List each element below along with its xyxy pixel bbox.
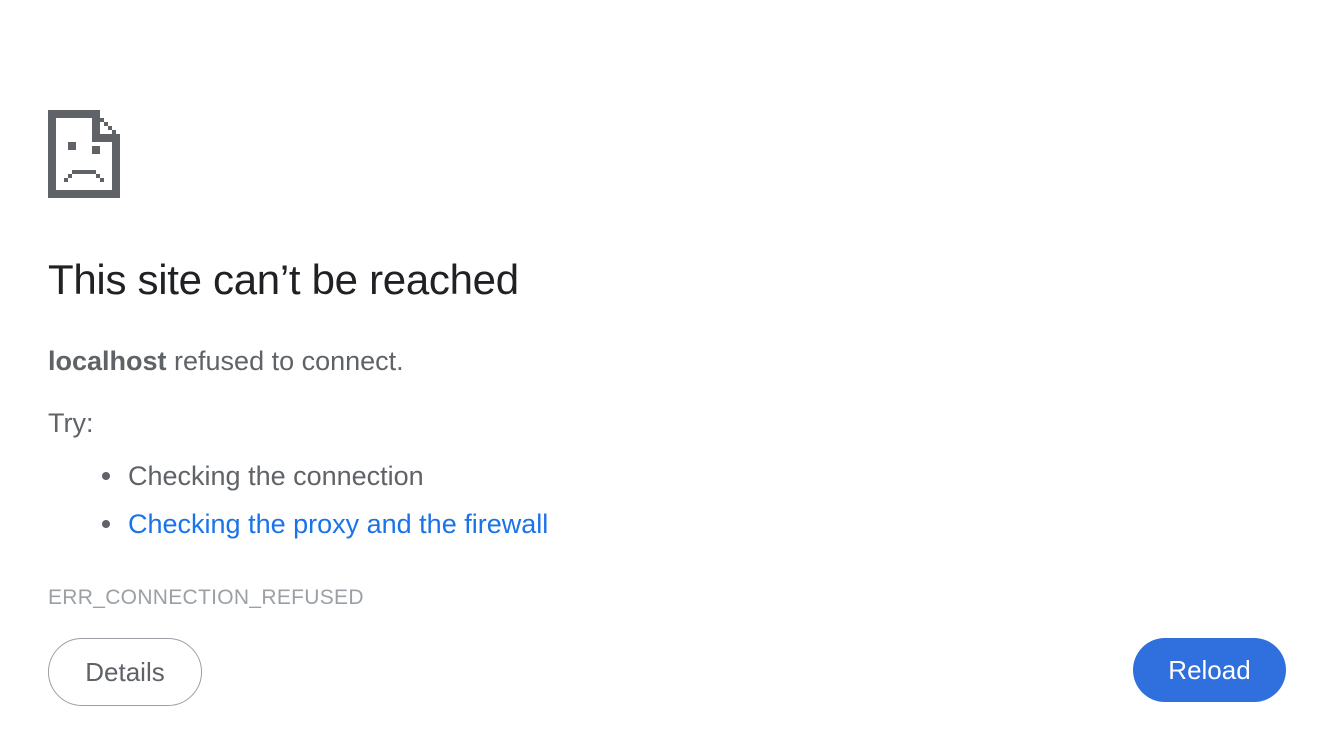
bullet-icon <box>102 472 110 480</box>
proxy-firewall-link[interactable]: Checking the proxy and the firewall <box>128 509 548 539</box>
error-code: ERR_CONNECTION_REFUSED <box>48 586 364 609</box>
suggestion-item-connection: Checking the connection <box>102 452 548 500</box>
suggestion-check-connection: Checking the connection <box>128 461 424 491</box>
error-message-text: refused to connect. <box>166 346 404 376</box>
error-message: localhost refused to connect. <box>48 346 404 377</box>
sad-page-icon <box>48 110 120 198</box>
try-label: Try: <box>48 408 94 438</box>
page-title: This site can’t be reached <box>48 256 519 303</box>
suggestion-item-proxy: Checking the proxy and the firewall <box>102 500 548 548</box>
bullet-icon <box>102 520 110 528</box>
error-page: This site can’t be reached localhost ref… <box>0 0 1334 750</box>
host-name: localhost <box>48 346 167 376</box>
suggestion-list: Checking the connection Checking the pro… <box>102 452 548 548</box>
reload-button[interactable]: Reload <box>1133 638 1286 702</box>
details-button[interactable]: Details <box>48 638 202 706</box>
